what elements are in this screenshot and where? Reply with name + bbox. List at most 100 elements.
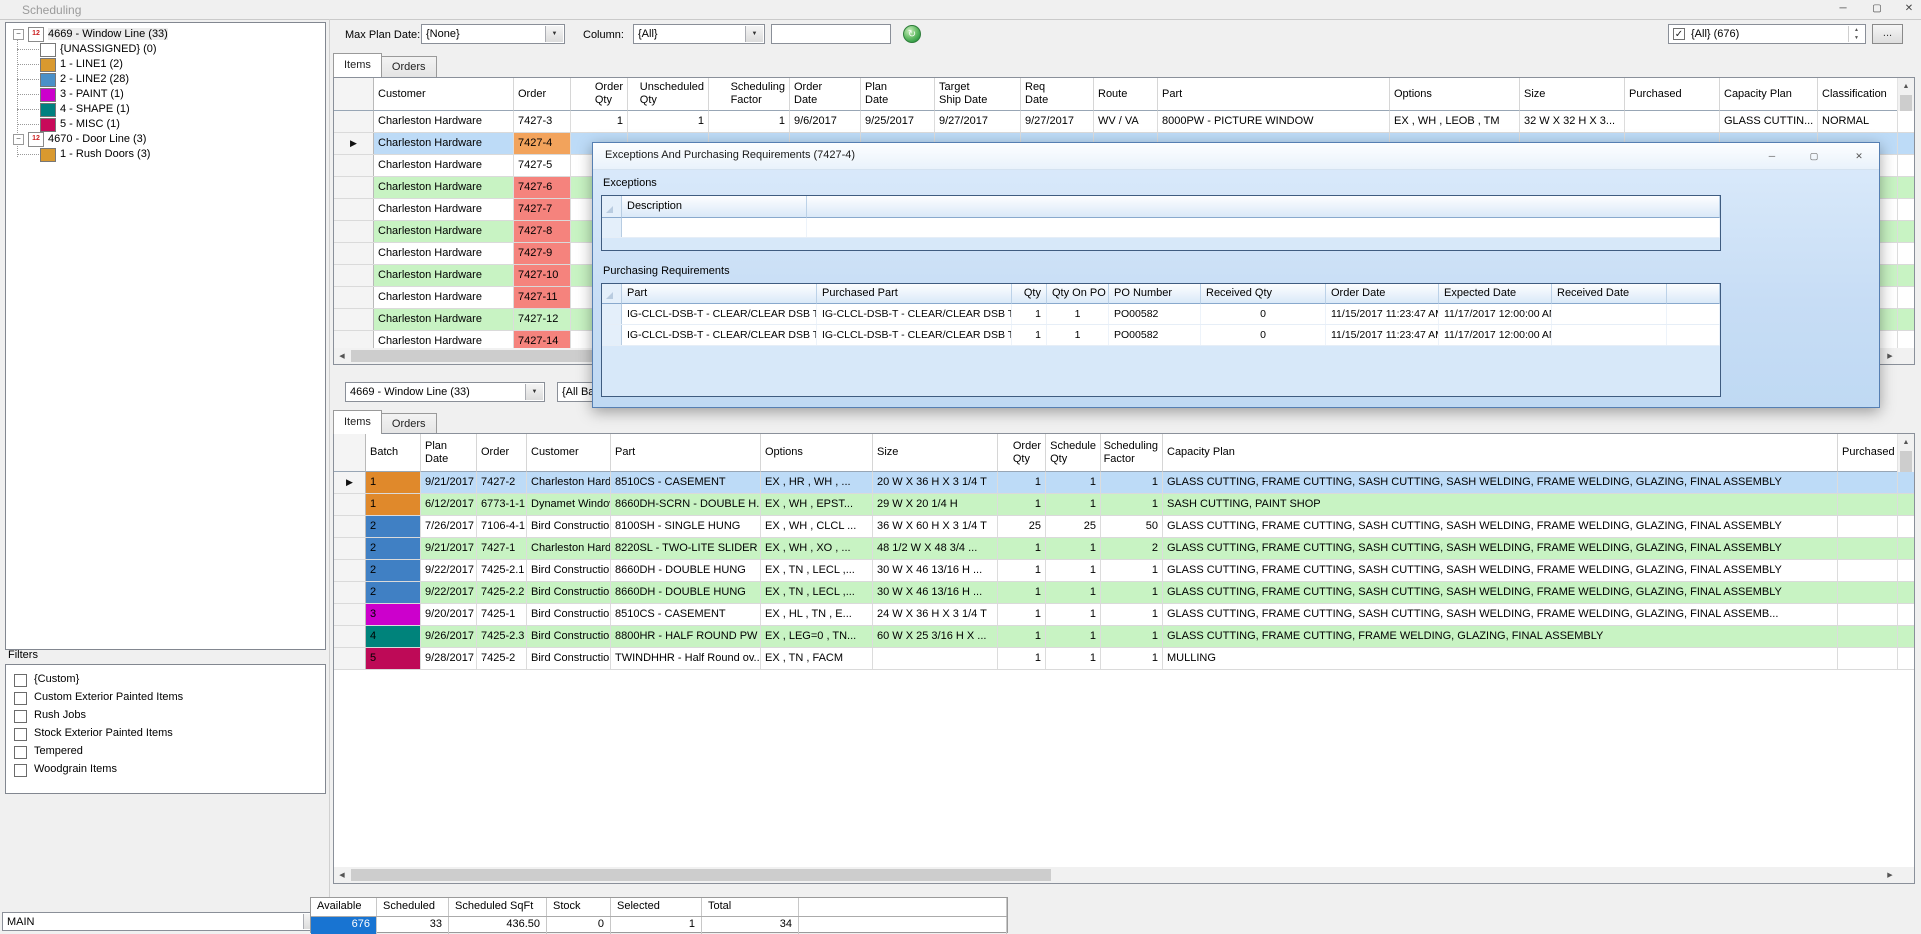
line-select[interactable]: 4669 - Window Line (33) ▼ bbox=[345, 382, 545, 402]
checkbox-unchecked-icon[interactable] bbox=[14, 674, 27, 687]
tree-expander-icon[interactable]: − bbox=[13, 29, 24, 40]
checkbox-unchecked-icon[interactable] bbox=[14, 746, 27, 759]
column-header-filler[interactable] bbox=[1667, 284, 1720, 304]
tree-node[interactable]: {UNASSIGNED} (0) bbox=[6, 42, 325, 57]
scroll-up-icon[interactable]: ▲ bbox=[1898, 78, 1914, 94]
column-header-order[interactable]: Order bbox=[477, 434, 527, 472]
column-header-scheduling_factor[interactable]: Scheduling Factor bbox=[709, 78, 790, 111]
minimize-icon[interactable]: ─ bbox=[1758, 147, 1786, 165]
maximize-icon[interactable]: ▢ bbox=[1864, 1, 1890, 17]
refresh-icon[interactable]: ↻ bbox=[903, 25, 921, 43]
table-row[interactable]: IG-CLCL-DSB-T - CLEAR/CLEAR DSB TEMPERED… bbox=[602, 325, 1720, 346]
tree-node[interactable]: −124669 - Window Line (33) bbox=[6, 27, 325, 42]
maximize-icon[interactable]: ▢ bbox=[1800, 147, 1828, 165]
column-header-classification[interactable]: Classification bbox=[1818, 78, 1898, 111]
top-tab-orders[interactable]: Orders bbox=[381, 56, 437, 77]
table-row[interactable]: 29/22/20177425-2.2Bird Construction8660D… bbox=[334, 582, 1914, 604]
spinner-control[interactable]: ▲ ▼ bbox=[1848, 26, 1864, 42]
column-header-target_ship_date[interactable]: Target Ship Date bbox=[935, 78, 1021, 111]
filter-item[interactable]: Rush Jobs bbox=[14, 709, 314, 724]
tree-node[interactable]: 3 - PAINT (1) bbox=[6, 87, 325, 102]
column-header-req_date[interactable]: Req Date bbox=[1021, 78, 1094, 111]
tree-node[interactable]: 1 - LINE1 (2) bbox=[6, 57, 325, 72]
spin-up-icon[interactable]: ▲ bbox=[1849, 26, 1864, 34]
tree-node[interactable]: 2 - LINE2 (28) bbox=[6, 72, 325, 87]
column-header-customer[interactable]: Customer bbox=[527, 434, 611, 472]
column-header-order_qty[interactable]: Order Qty bbox=[571, 78, 628, 111]
bottom-tab-items[interactable]: Items bbox=[333, 410, 382, 434]
horizontal-scrollbar[interactable]: ◀ ▶ bbox=[334, 866, 1898, 883]
table-row[interactable]: 39/20/20177425-1Bird Construction8510CS … bbox=[334, 604, 1914, 626]
column-header-order_date[interactable]: Order Date bbox=[1326, 284, 1439, 304]
table-row[interactable]: IG-CLCL-DSB-T - CLEAR/CLEAR DSB TEMPERED… bbox=[602, 304, 1720, 325]
checkbox-unchecked-icon[interactable] bbox=[14, 710, 27, 723]
column-header-received_qty[interactable]: Received Qty bbox=[1201, 284, 1326, 304]
close-icon[interactable]: ✕ bbox=[1896, 1, 1921, 17]
tree-node[interactable]: −124670 - Door Line (3) bbox=[6, 132, 325, 147]
column-header-order_qty[interactable]: Order Qty bbox=[998, 434, 1046, 472]
column-select[interactable]: {All} ▼ bbox=[633, 24, 765, 44]
filter-item[interactable]: Custom Exterior Painted Items bbox=[14, 691, 314, 706]
column-header-schedule_qty[interactable]: Schedule Qty bbox=[1046, 434, 1101, 472]
column-header-customer[interactable]: Customer bbox=[374, 78, 514, 111]
filter-item[interactable]: Tempered bbox=[14, 745, 314, 760]
column-header-filler[interactable] bbox=[807, 196, 1720, 218]
scroll-left-icon[interactable]: ◀ bbox=[334, 867, 350, 883]
column-header-received_date[interactable]: Received Date bbox=[1552, 284, 1667, 304]
filter-input[interactable] bbox=[771, 24, 891, 44]
scroll-right-icon[interactable]: ▶ bbox=[1882, 867, 1898, 883]
table-row[interactable]: 27/26/20177106-4-1Bird Construction8100S… bbox=[334, 516, 1914, 538]
column-header-part[interactable]: Part bbox=[611, 434, 761, 472]
table-row[interactable]: 29/22/20177425-2.1Bird Construction8660D… bbox=[334, 560, 1914, 582]
table-row[interactable] bbox=[602, 218, 1720, 238]
chevron-down-icon[interactable]: ▼ bbox=[745, 26, 763, 42]
column-header-size[interactable]: Size bbox=[873, 434, 998, 472]
chevron-down-icon[interactable]: ▼ bbox=[525, 384, 543, 400]
column-header-po_number[interactable]: PO Number bbox=[1109, 284, 1201, 304]
filter-item[interactable]: {Custom} bbox=[14, 673, 314, 688]
column-header-batch[interactable]: Batch bbox=[366, 434, 421, 472]
column-header-capacity_plan[interactable]: Capacity Plan bbox=[1163, 434, 1838, 472]
spin-down-icon[interactable]: ▼ bbox=[1849, 34, 1864, 42]
checkbox-unchecked-icon[interactable] bbox=[14, 728, 27, 741]
checkbox-unchecked-icon[interactable] bbox=[14, 764, 27, 777]
view-select[interactable]: MAIN ▼ bbox=[2, 912, 323, 931]
max-plan-date-select[interactable]: {None} ▼ bbox=[421, 24, 565, 44]
checkbox-checked-icon[interactable]: ✓ bbox=[1673, 28, 1685, 40]
column-header-qty[interactable]: Qty bbox=[1012, 284, 1047, 304]
table-row[interactable]: 49/26/20177425-2.3Bird Construction8800H… bbox=[334, 626, 1914, 648]
table-row[interactable]: Charleston Hardware7427-31119/6/20179/25… bbox=[334, 111, 1914, 133]
column-header-purchased_part[interactable]: Purchased Part bbox=[817, 284, 1012, 304]
checkbox-unchecked-icon[interactable] bbox=[14, 692, 27, 705]
table-row[interactable]: 16/12/20176773-1-1Dynamet Windows8660DH-… bbox=[334, 494, 1914, 516]
tree-node[interactable]: 4 - SHAPE (1) bbox=[6, 102, 325, 117]
table-row[interactable]: ▶19/21/20177427-2Charleston Hard...8510C… bbox=[334, 472, 1914, 494]
scrollbar-thumb[interactable] bbox=[351, 869, 1051, 881]
table-row[interactable]: 59/28/20177425-2Bird ConstructionTWINDHH… bbox=[334, 648, 1914, 670]
column-header-plan_date[interactable]: Plan Date bbox=[421, 434, 477, 472]
column-header-part[interactable]: Part bbox=[1158, 78, 1390, 111]
close-icon[interactable]: ✕ bbox=[1845, 147, 1873, 165]
column-header-expected_date[interactable]: Expected Date bbox=[1439, 284, 1552, 304]
more-options-button[interactable]: ... bbox=[1872, 24, 1903, 44]
scroll-up-icon[interactable]: ▲ bbox=[1898, 434, 1914, 450]
tree-node[interactable]: 1 - Rush Doors (3) bbox=[6, 147, 325, 162]
column-header-options[interactable]: Options bbox=[761, 434, 873, 472]
column-header-part[interactable]: Part bbox=[622, 284, 817, 304]
column-header-capacity_plan[interactable]: Capacity Plan bbox=[1720, 78, 1818, 111]
table-row[interactable]: 29/21/20177427-1Charleston Hard...8220SL… bbox=[334, 538, 1914, 560]
panel-splitter[interactable] bbox=[329, 19, 330, 933]
filter-item[interactable]: Woodgrain Items bbox=[14, 763, 314, 778]
column-header-description[interactable]: Description bbox=[622, 196, 807, 218]
scroll-left-icon[interactable]: ◀ bbox=[334, 348, 350, 364]
batch-count-filter[interactable]: ✓ {All} (676) ▲ ▼ bbox=[1668, 24, 1866, 44]
tree-node[interactable]: 5 - MISC (1) bbox=[6, 117, 325, 132]
column-header-options[interactable]: Options bbox=[1390, 78, 1520, 111]
filter-item[interactable]: Stock Exterior Painted Items bbox=[14, 727, 314, 742]
column-header-scheduling_factor[interactable]: Scheduling Factor bbox=[1101, 434, 1163, 472]
column-header-plan_date[interactable]: Plan Date bbox=[861, 78, 935, 111]
column-header-order_date[interactable]: Order Date bbox=[790, 78, 861, 111]
column-header-order[interactable]: Order bbox=[514, 78, 571, 111]
top-tab-items[interactable]: Items bbox=[333, 53, 382, 77]
scroll-right-icon[interactable]: ▶ bbox=[1882, 348, 1898, 364]
